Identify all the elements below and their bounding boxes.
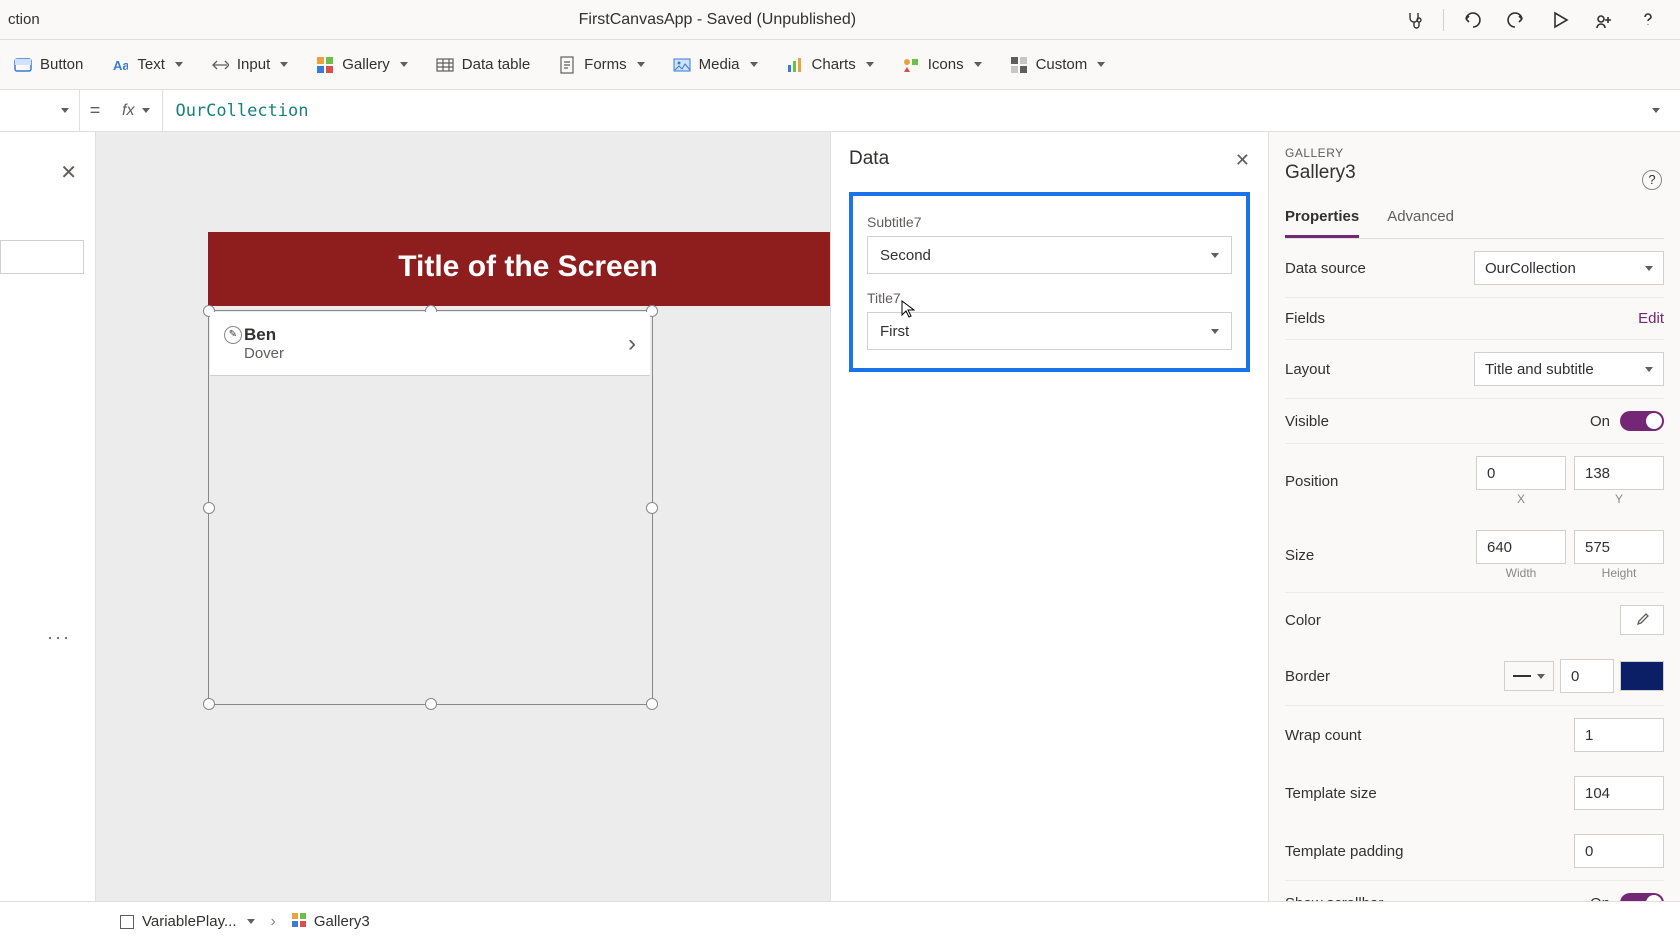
charts-icon [786, 56, 804, 74]
share-icon[interactable] [1584, 0, 1624, 40]
prop-wrap-input[interactable]: 1 [1574, 718, 1664, 752]
data-pane: Data ✕ Subtitle7 Second Title7 First [830, 132, 1268, 901]
breadcrumb-control[interactable]: Gallery3 [292, 913, 370, 931]
ribbon-custom[interactable]: Custom [1010, 56, 1106, 74]
field-select-title[interactable]: First [867, 312, 1232, 350]
fx-label[interactable]: fx [110, 90, 163, 131]
screen-canvas: Title of the Screen [208, 232, 830, 306]
ribbon-forms[interactable]: Forms [558, 56, 645, 74]
text-icon: Aa [111, 56, 129, 74]
expand-formula-icon[interactable] [1650, 108, 1680, 113]
canvas-area[interactable]: Title of the Screen ✎ Ben Dover › [96, 132, 830, 901]
field-label-subtitle: Subtitle7 [867, 214, 1232, 230]
prop-border-color[interactable] [1620, 661, 1664, 691]
stethoscope-icon[interactable] [1395, 0, 1435, 40]
ribbon-input[interactable]: Input [211, 56, 288, 74]
media-icon [673, 56, 691, 74]
control-name: Gallery3 [1285, 162, 1664, 184]
chevron-right-icon[interactable]: › [628, 330, 636, 358]
prop-color-label: Color [1285, 612, 1321, 629]
table-icon [436, 56, 454, 74]
prop-fields-label: Fields [1285, 310, 1325, 327]
prop-layout-label: Layout [1285, 361, 1330, 378]
screen-title-label: Title of the Screen [208, 232, 830, 306]
prop-template-size-label: Template size [1285, 785, 1377, 802]
gallery-small-icon [292, 913, 306, 931]
ribbon-icons[interactable]: Icons [902, 56, 982, 74]
app-title: FirstCanvasApp - Saved (Unpublished) [40, 11, 1395, 29]
prop-border-width[interactable]: 0 [1560, 659, 1614, 693]
title-left-fragment: ction [0, 11, 40, 28]
prop-data-source-label: Data source [1285, 260, 1366, 277]
redo-icon[interactable] [1496, 0, 1536, 40]
prop-visible-label: Visible [1285, 413, 1329, 430]
tab-properties[interactable]: Properties [1285, 202, 1359, 238]
prop-size-width[interactable]: 640 [1476, 530, 1566, 564]
ribbon-charts[interactable]: Charts [786, 56, 874, 74]
property-selector[interactable] [0, 90, 80, 131]
prop-template-size-input[interactable]: 104 [1574, 776, 1664, 810]
prop-position-y[interactable]: 138 [1574, 456, 1664, 490]
tree-search-box[interactable] [0, 240, 84, 274]
undo-icon[interactable] [1452, 0, 1492, 40]
prop-scrollbar-toggle[interactable] [1620, 893, 1664, 901]
formula-input[interactable]: OurCollection [163, 101, 1650, 121]
tree-view-pane: ✕ ··· [0, 132, 96, 901]
gallery-item-subtitle: Dover [244, 345, 628, 362]
title-bar: ction FirstCanvasApp - Saved (Unpublishe… [0, 0, 1680, 40]
field-label-title: Title7 [867, 290, 1232, 306]
gallery-item[interactable]: ✎ Ben Dover › [210, 312, 650, 376]
prop-border-label: Border [1285, 668, 1330, 685]
help-icon[interactable] [1628, 0, 1668, 40]
close-tree-icon[interactable]: ✕ [60, 160, 77, 185]
help-circle-icon[interactable]: ? [1642, 170, 1662, 190]
prop-scrollbar-text: On [1590, 895, 1610, 902]
prop-size-height[interactable]: 575 [1574, 530, 1664, 564]
gallery-item-title: Ben [244, 325, 628, 345]
prop-visible-text: On [1590, 413, 1610, 430]
prop-template-padding-label: Template padding [1285, 843, 1403, 860]
ribbon-data-table[interactable]: Data table [436, 56, 530, 74]
breadcrumb-bar: VariablePlay... › Gallery3 [0, 901, 1680, 941]
prop-size-label: Size [1285, 547, 1314, 564]
ribbon-button[interactable]: Button [14, 56, 83, 74]
screen-icon [120, 915, 134, 929]
input-icon [211, 56, 229, 74]
edit-pencil-icon[interactable]: ✎ [224, 326, 242, 344]
data-pane-title: Data [849, 148, 1250, 170]
prop-position-x[interactable]: 0 [1476, 456, 1566, 490]
field-select-subtitle[interactable]: Second [867, 236, 1232, 274]
gallery-icon [316, 56, 334, 74]
custom-icon [1010, 56, 1028, 74]
tab-advanced[interactable]: Advanced [1387, 202, 1454, 238]
close-data-pane-icon[interactable]: ✕ [1235, 150, 1250, 171]
prop-color-picker[interactable] [1620, 605, 1664, 635]
equals-sign: = [80, 100, 110, 121]
ribbon-text[interactable]: Aa Text [111, 56, 183, 74]
prop-scrollbar-label: Show scrollbar [1285, 895, 1383, 902]
data-fields-highlight: Subtitle7 Second Title7 First [849, 192, 1250, 372]
prop-template-padding-input[interactable]: 0 [1574, 834, 1664, 868]
prop-fields-edit-link[interactable]: Edit [1638, 310, 1664, 327]
formula-bar: = fx OurCollection [0, 90, 1680, 132]
prop-position-label: Position [1285, 473, 1338, 490]
button-icon [14, 56, 32, 74]
breadcrumb-screen[interactable]: VariablePlay... [120, 913, 255, 930]
breadcrumb-separator: › [271, 913, 276, 931]
prop-border-style[interactable] [1504, 661, 1554, 691]
icons-icon [902, 56, 920, 74]
prop-layout-select[interactable]: Title and subtitle [1474, 352, 1664, 386]
prop-wrap-label: Wrap count [1285, 727, 1361, 744]
forms-icon [558, 56, 576, 74]
prop-visible-toggle[interactable] [1620, 411, 1664, 431]
ribbon-gallery[interactable]: Gallery [316, 56, 408, 74]
tree-item-more-icon[interactable]: ··· [47, 627, 71, 648]
ribbon-media[interactable]: Media [673, 56, 758, 74]
prop-data-source-select[interactable]: OurCollection [1474, 251, 1664, 285]
play-icon[interactable] [1540, 0, 1580, 40]
control-category: GALLERY [1285, 146, 1664, 160]
ribbon: Button Aa Text Input Gallery Data table … [0, 40, 1680, 90]
svg-text:Aa: Aa [113, 58, 128, 73]
properties-pane: GALLERY Gallery3 ? Properties Advanced D… [1268, 132, 1680, 901]
